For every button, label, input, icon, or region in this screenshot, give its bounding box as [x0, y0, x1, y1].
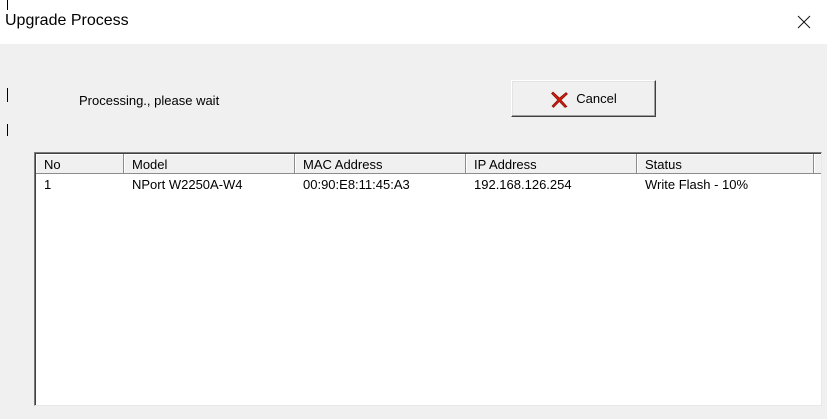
list-body: 1 NPort W2250A-W4 00:90:E8:11:45:A3 192.… [36, 176, 821, 194]
column-header-mac-address[interactable]: MAC Address [295, 154, 466, 174]
column-header-status[interactable]: Status [637, 154, 814, 174]
close-icon [797, 15, 811, 29]
column-header-model[interactable]: Model [124, 154, 295, 174]
column-header-no[interactable]: No [36, 154, 124, 174]
table-row[interactable]: 1 NPort W2250A-W4 00:90:E8:11:45:A3 192.… [36, 176, 821, 194]
upgrade-process-dialog: Upgrade Process Processing., please wait… [0, 0, 827, 419]
red-x-icon [551, 91, 569, 108]
column-header-ip-address[interactable]: IP Address [466, 154, 637, 174]
list-header: No Model MAC Address IP Address Status [36, 154, 821, 174]
window-edge-mark [7, 88, 8, 102]
title-bar: Upgrade Process [0, 0, 827, 44]
cell-no: 1 [44, 177, 52, 192]
device-list[interactable]: No Model MAC Address IP Address Status 1… [34, 152, 822, 406]
cell-model: NPort W2250A-W4 [132, 177, 243, 192]
close-button[interactable] [781, 0, 827, 44]
cancel-button-label: Cancel [576, 91, 617, 106]
window-edge-mark [7, 0, 8, 10]
cell-status: Write Flash - 10% [645, 177, 749, 192]
cell-mac-address: 00:90:E8:11:45:A3 [303, 177, 410, 192]
cell-ip-address: 192.168.126.254 [474, 177, 572, 192]
window-edge-mark [7, 124, 8, 136]
cancel-button[interactable]: Cancel [511, 80, 656, 117]
window-title: Upgrade Process [5, 12, 129, 29]
column-header-filler [814, 154, 821, 174]
processing-status-text: Processing., please wait [79, 93, 220, 108]
